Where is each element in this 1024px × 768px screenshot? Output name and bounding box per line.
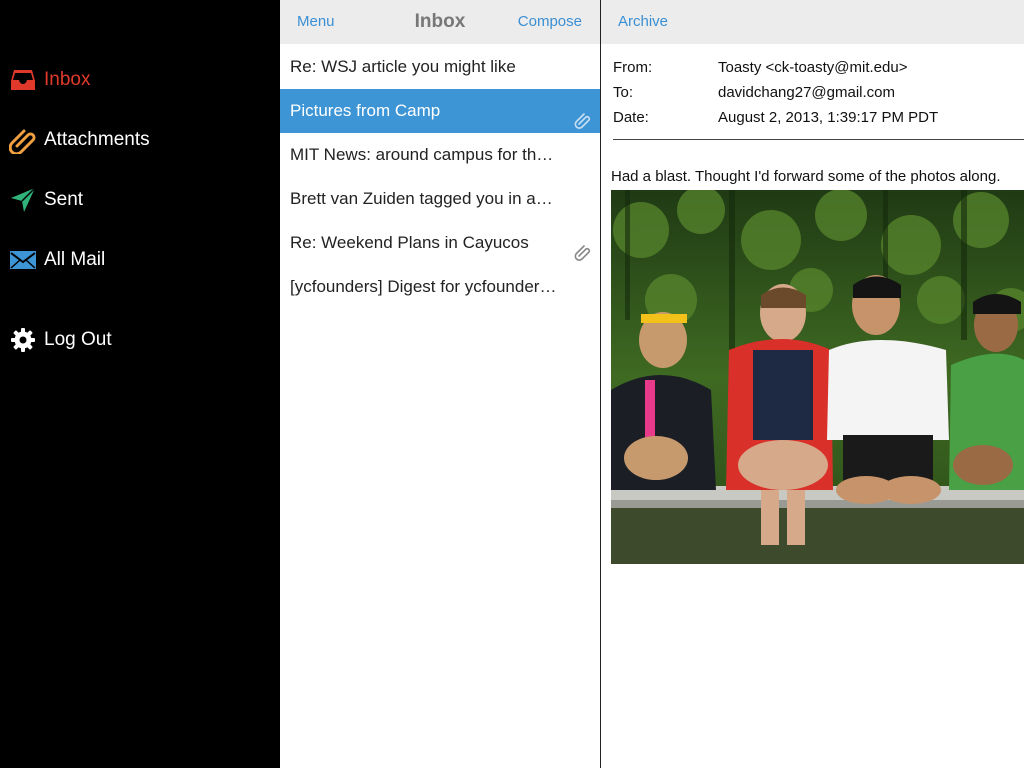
to-label: To: — [613, 84, 634, 101]
attachment-icon — [574, 102, 592, 129]
message-list: Re: WSJ article you might like Pictures … — [280, 45, 600, 309]
header-divider — [613, 139, 1024, 140]
sidebar-item-label: Attachments — [44, 129, 150, 150]
message-subject: Re: WSJ article you might like — [290, 57, 516, 76]
message-row[interactable]: Brett van Zuiden tagged you in a… — [280, 177, 600, 221]
archive-button[interactable]: Archive — [618, 0, 668, 44]
message-subject: Re: Weekend Plans in Cayucos — [290, 233, 529, 252]
attached-photo[interactable] — [611, 190, 1024, 564]
inbox-icon — [0, 56, 44, 104]
message-body: Had a blast. Thought I'd forward some of… — [611, 168, 1001, 185]
sidebar-item-sent[interactable]: Sent — [0, 176, 280, 224]
message-row-selected[interactable]: Pictures from Camp — [280, 89, 600, 133]
from-value: Toasty <ck-toasty@mit.edu> — [718, 59, 908, 76]
attachment-icon — [574, 234, 592, 261]
paperclip-icon — [0, 116, 44, 164]
message-view-pane: Archive From: Toasty <ck-toasty@mit.edu>… — [601, 0, 1024, 768]
date-value: August 2, 2013, 1:39:17 PM PDT — [718, 109, 939, 126]
sidebar-item-label: Inbox — [44, 69, 91, 90]
message-row[interactable]: MIT News: around campus for th… — [280, 133, 600, 177]
message-row[interactable]: [ycfounders] Digest for ycfounder… — [280, 265, 600, 309]
envelope-icon — [0, 236, 44, 284]
message-subject: Pictures from Camp — [290, 101, 441, 120]
from-label: From: — [613, 59, 653, 76]
message-subject: MIT News: around campus for th… — [290, 145, 554, 164]
date-label: Date: — [613, 109, 649, 126]
from-field: From: Toasty <ck-toasty@mit.edu> — [613, 55, 1024, 80]
sidebar-item-label: All Mail — [44, 249, 106, 270]
sidebar-item-all-mail[interactable]: All Mail — [0, 236, 280, 284]
message-list-pane: Inbox Menu Compose Re: WSJ article you m… — [280, 0, 600, 768]
compose-button[interactable]: Compose — [518, 0, 582, 44]
sidebar-item-label: Sent — [44, 189, 84, 210]
send-icon — [0, 176, 44, 224]
date-field: Date: August 2, 2013, 1:39:17 PM PDT — [613, 105, 1024, 130]
sidebar: Inbox Attachments Sent All Mail Log Out — [0, 0, 280, 768]
message-row[interactable]: Re: WSJ article you might like — [280, 45, 600, 89]
sidebar-item-log-out[interactable]: Log Out — [0, 316, 280, 364]
message-subject: Brett van Zuiden tagged you in a… — [290, 189, 553, 208]
gear-icon — [0, 316, 44, 364]
message-toolbar: Archive — [601, 0, 1024, 44]
to-field: To: davidchang27@gmail.com — [613, 80, 1024, 105]
message-row[interactable]: Re: Weekend Plans in Cayucos — [280, 221, 600, 265]
list-toolbar: Inbox Menu Compose — [280, 0, 600, 44]
sidebar-item-label: Log Out — [44, 329, 112, 350]
menu-button[interactable]: Menu — [297, 0, 335, 44]
message-subject: [ycfounders] Digest for ycfounder… — [290, 277, 557, 296]
message-headers: From: Toasty <ck-toasty@mit.edu> To: dav… — [613, 55, 1024, 130]
to-value: davidchang27@gmail.com — [718, 84, 895, 101]
sidebar-item-inbox[interactable]: Inbox — [0, 56, 280, 104]
sidebar-item-attachments[interactable]: Attachments — [0, 116, 280, 164]
